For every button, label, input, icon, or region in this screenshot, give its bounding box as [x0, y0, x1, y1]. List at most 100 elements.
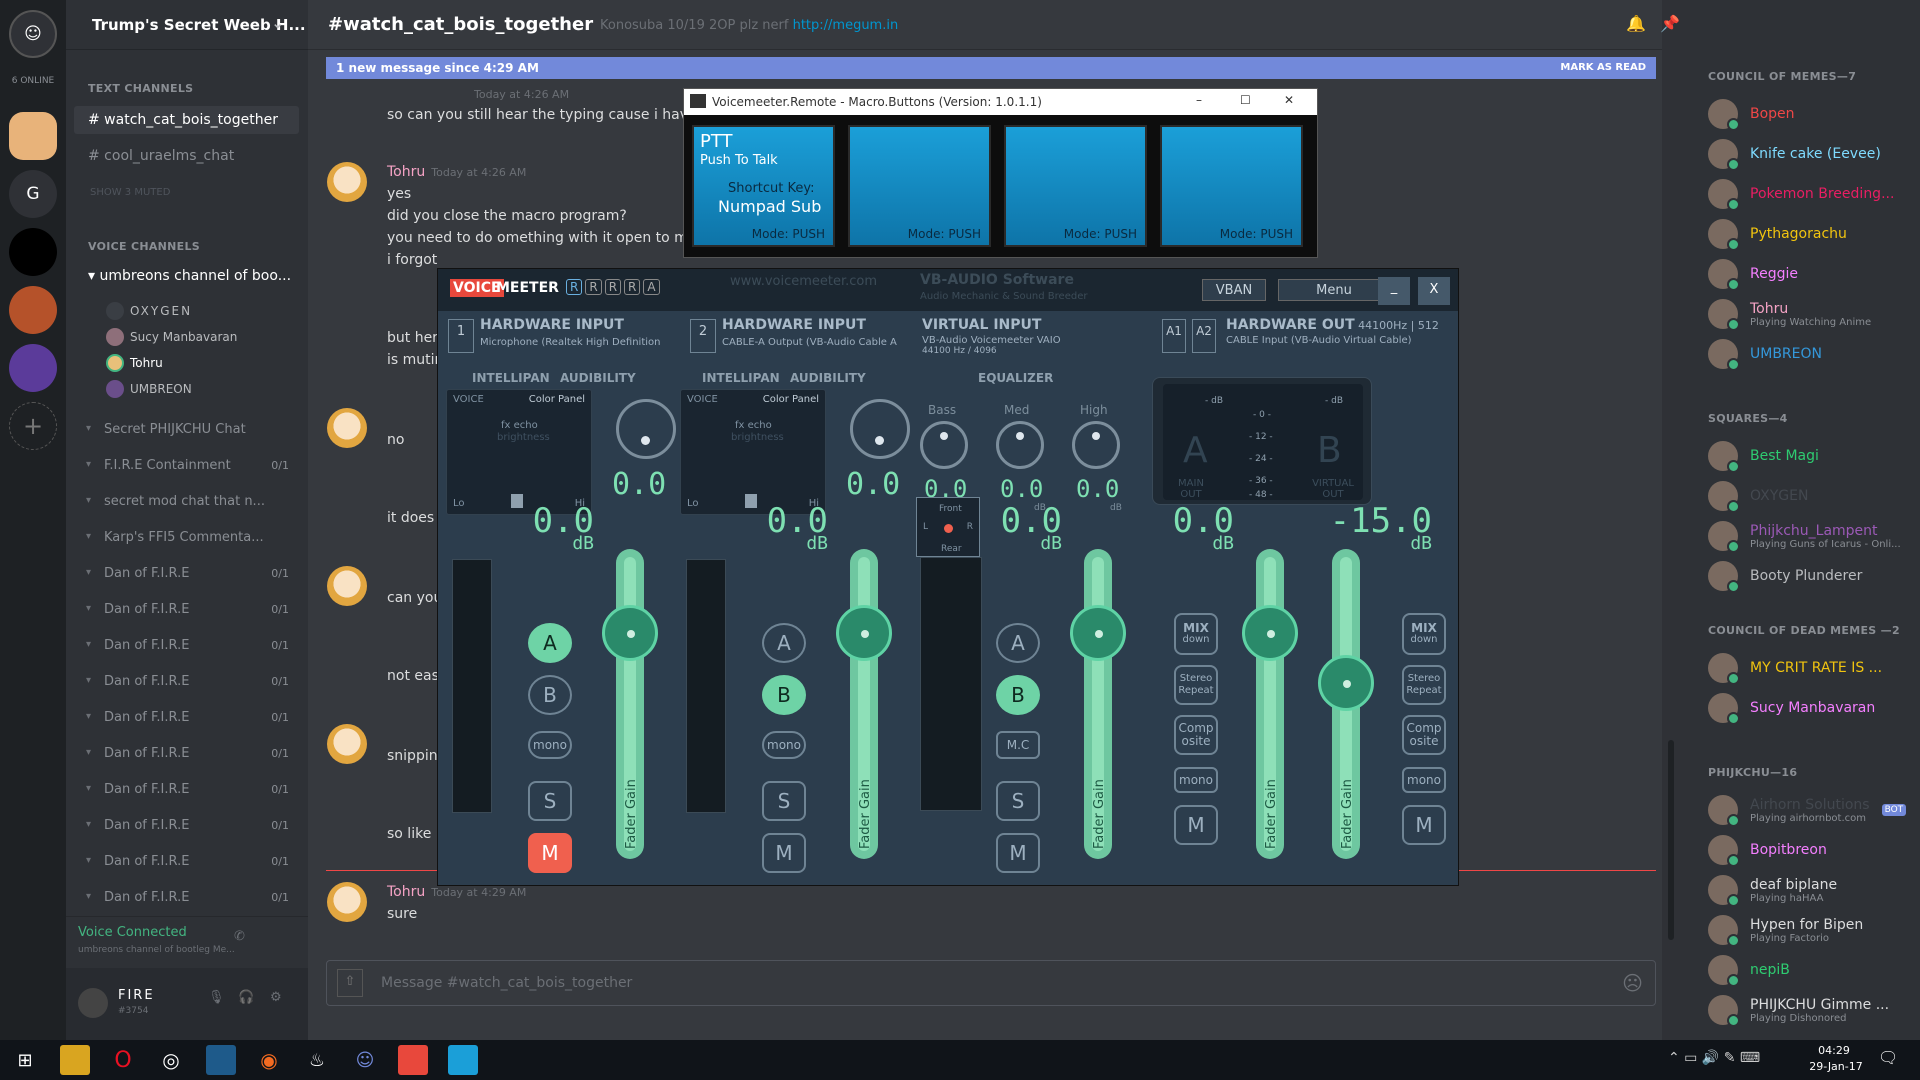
fader-knob-2[interactable] — [836, 605, 892, 661]
member-item[interactable]: Airhorn Solutions Playing airhornbot.com B… — [1708, 792, 1907, 828]
member-item[interactable]: Phijkchu_Lampent Playing Guns of Icarus -… — [1708, 518, 1901, 554]
minimize-icon[interactable]: – — [1196, 93, 1202, 107]
avatar[interactable] — [327, 408, 367, 448]
chevron-down-icon[interactable]: ⌄ — [271, 14, 284, 32]
member-item[interactable]: Sucy Manbavaran — [1708, 690, 1875, 726]
eq-bass-knob[interactable] — [920, 421, 968, 469]
macro-buttons-taskbar-icon[interactable] — [448, 1045, 478, 1075]
eq-high-knob[interactable] — [1072, 421, 1120, 469]
member-item[interactable]: Tohru Playing Watching Anime — [1708, 296, 1871, 332]
mc-button[interactable]: M.C — [996, 731, 1040, 759]
mute-button-2[interactable]: M — [762, 833, 806, 873]
bus-a-button-1[interactable]: A — [528, 623, 572, 663]
bus-b-button-2[interactable]: B — [762, 675, 806, 715]
mono-button-a[interactable]: mono — [1174, 767, 1218, 793]
audibility-knob-2[interactable] — [850, 399, 910, 459]
strip-1-number[interactable]: 1 — [448, 319, 474, 353]
channel-cool-uraelms[interactable]: # cool_uraelms_chat — [74, 142, 299, 170]
new-messages-bar[interactable]: 1 new message since 4:29 AM MARK AS READ — [326, 57, 1656, 79]
voice-channel-collapsed[interactable]: ▾ Dan of F.I.R.E 0/1 — [74, 774, 299, 804]
show-muted[interactable]: SHOW 3 MUTED — [90, 187, 170, 198]
mono-button-2[interactable]: mono — [762, 731, 806, 759]
macro-button-3[interactable]: Mode: PUSH — [1004, 125, 1147, 247]
clock-date[interactable]: 29-Jan-17 — [1806, 1060, 1866, 1073]
close-icon[interactable]: ✕ — [1284, 93, 1294, 107]
scrollbar[interactable] — [1668, 740, 1674, 940]
channel-watch-cat-bois[interactable]: # watch_cat_bois_together — [74, 106, 299, 134]
message-author[interactable]: Tohru Today at 4:29 AM — [387, 884, 526, 900]
server-name[interactable]: Trump's Secret Weeb H... ⌄ — [66, 0, 308, 50]
friends-icon[interactable]: ☺ — [9, 10, 57, 58]
server-icon-active[interactable] — [9, 112, 57, 160]
mic-icon[interactable]: 🎙 — [208, 990, 225, 1005]
bell-icon[interactable]: 🔔 — [1626, 14, 1646, 33]
member-item[interactable]: Reggie — [1708, 256, 1798, 292]
steam-icon[interactable]: ♨ — [302, 1045, 332, 1075]
mute-button-a[interactable]: M — [1174, 805, 1218, 845]
voice-member[interactable]: Sucy Manbavaran — [106, 328, 237, 346]
member-item[interactable]: UMBREON — [1708, 336, 1822, 372]
voice-channel-collapsed[interactable]: ▾ Dan of F.I.R.E 0/1 — [74, 882, 299, 912]
voice-member[interactable]: Tohru — [106, 354, 163, 372]
voice-channel-collapsed[interactable]: ▾ Dan of F.I.R.E 0/1 — [74, 666, 299, 696]
strip-2-number[interactable]: 2 — [690, 319, 716, 353]
close-button[interactable]: X — [1418, 277, 1450, 305]
composite-button-b[interactable]: Comp osite — [1402, 715, 1446, 755]
solo-button-2[interactable]: S — [762, 781, 806, 821]
headphones-icon[interactable]: 🎧 — [238, 990, 254, 1005]
member-item[interactable]: OXYGEN — [1708, 478, 1808, 514]
avatar[interactable] — [327, 566, 367, 606]
mark-as-read[interactable]: MARK AS READ — [1560, 62, 1646, 73]
fader-knob-3[interactable] — [1070, 605, 1126, 661]
member-item[interactable]: Bopen — [1708, 96, 1795, 132]
windows-start-icon[interactable]: ⊞ — [10, 1045, 40, 1075]
maximize-icon[interactable]: ☐ — [1240, 93, 1251, 107]
app-icon[interactable] — [206, 1045, 236, 1075]
message-author[interactable]: Tohru Today at 4:26 AM — [387, 164, 526, 180]
member-item[interactable]: PHIJKCHU Gimme ... Playing Dishonored — [1708, 992, 1889, 1028]
tray-icons[interactable]: ⌃ ▭ 🔊 ✎ ⌨ — [1668, 1050, 1760, 1066]
avatar[interactable] — [327, 162, 367, 202]
clock-time[interactable]: 04:29 — [1812, 1044, 1856, 1057]
server-icon-dark[interactable] — [9, 228, 57, 276]
eq-med-knob[interactable] — [996, 421, 1044, 469]
bus-b-button-1[interactable]: B — [528, 675, 572, 715]
solo-button-3[interactable]: S — [996, 781, 1040, 821]
member-item[interactable]: deaf biplane Playing haHAA — [1708, 872, 1837, 908]
server-icon-g[interactable]: G — [9, 170, 57, 218]
voice-member[interactable]: UMBREON — [106, 380, 192, 398]
mix-down-button-b[interactable]: MIX down — [1402, 613, 1446, 655]
voice-channel-collapsed[interactable]: ▾ F.I.R.E Containment 0/1 — [74, 450, 299, 480]
voice-channel-collapsed[interactable]: ▾ Karp's FFI5 Commenta... — [74, 522, 299, 552]
disconnect-icon[interactable]: ✆ — [234, 929, 245, 944]
stereo-repeat-button-a[interactable]: Stereo Repeat — [1174, 665, 1218, 705]
strip-2-header[interactable]: HARDWARE INPUT CABLE-A Output (VB-Audio C… — [722, 311, 900, 351]
voicemeeter-taskbar-icon[interactable] — [398, 1045, 428, 1075]
opera-icon[interactable]: O — [108, 1045, 138, 1075]
member-item[interactable]: Pokemon Breeding... — [1708, 176, 1894, 212]
voice-channel-collapsed[interactable]: ▾ Dan of F.I.R.E 0/1 — [74, 810, 299, 840]
avatar[interactable] — [327, 882, 367, 922]
macro-button-2[interactable]: Mode: PUSH — [848, 125, 991, 247]
minimize-button[interactable]: _ — [1378, 277, 1410, 305]
gear-icon[interactable]: ⚙ — [270, 990, 282, 1005]
member-item[interactable]: Hypen for Bipen Playing Factorio — [1708, 912, 1863, 948]
mute-button-3[interactable]: M — [996, 833, 1040, 873]
bus-a-button-2[interactable]: A — [762, 623, 806, 663]
hardware-out-header[interactable]: HARDWARE OUT 44100Hz | 512 CABLE Input (V… — [1226, 311, 1456, 351]
avatar[interactable] — [327, 724, 367, 764]
explorer-icon[interactable] — [60, 1045, 90, 1075]
a2-button[interactable]: A2 — [1192, 319, 1216, 353]
discord-icon[interactable]: ☺ — [350, 1045, 380, 1075]
audibility-knob-1[interactable] — [616, 399, 676, 459]
topic-link[interactable]: http://megum.in — [793, 18, 899, 33]
mix-down-button-a[interactable]: MIX down — [1174, 613, 1218, 655]
member-item[interactable]: Booty Plunderer — [1708, 558, 1862, 594]
fader-knob-4[interactable] — [1242, 605, 1298, 661]
server-icon-orange[interactable] — [9, 286, 57, 334]
member-item[interactable]: Knife cake (Eevee) — [1708, 136, 1881, 172]
mute-button-b[interactable]: M — [1402, 805, 1446, 845]
origin-icon[interactable]: ◉ — [254, 1045, 284, 1075]
fader-knob-1[interactable] — [602, 605, 658, 661]
composite-button-a[interactable]: Comp osite — [1174, 715, 1218, 755]
